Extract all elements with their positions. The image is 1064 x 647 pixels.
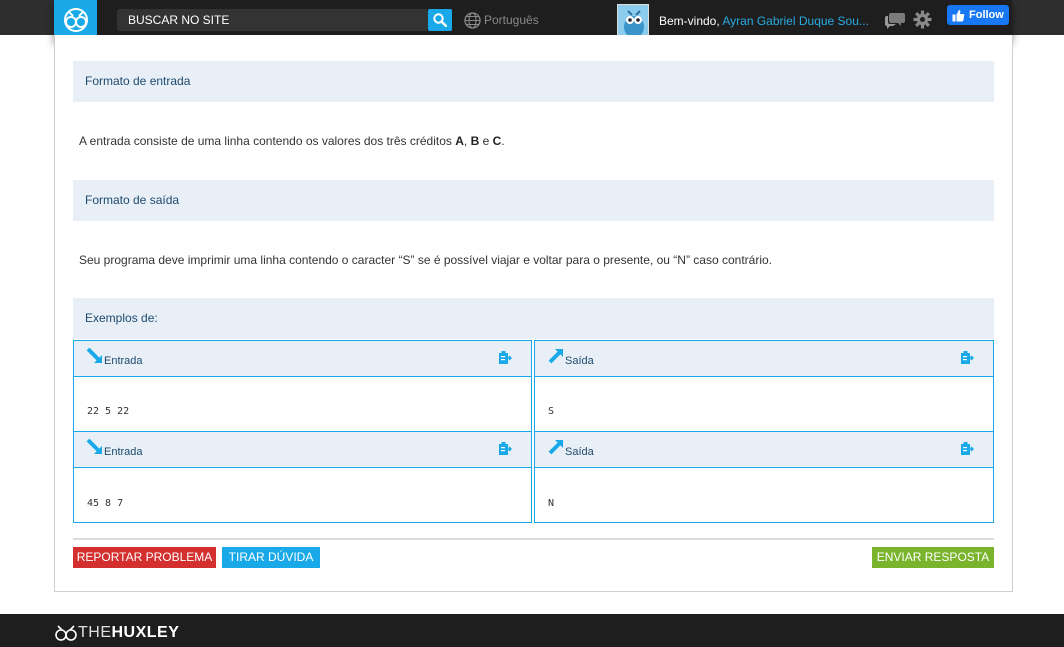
output-format-text: Seu programa deve imprimir uma linha con…: [79, 253, 772, 267]
arrow-out-icon: [548, 349, 563, 364]
arrow-in-icon: [86, 347, 102, 363]
example-output-cell: Saída S: [534, 340, 994, 432]
examples-heading: Exemplos de:: [73, 298, 994, 339]
credit-b: B: [470, 134, 480, 148]
example-output-label: Saída: [565, 446, 594, 458]
example-output-cell: Saída N: [534, 431, 994, 523]
user-avatar[interactable]: [617, 4, 649, 36]
example-input-header: Entrada: [74, 432, 531, 468]
copy-icon[interactable]: [498, 441, 512, 456]
arrow-out-icon: [548, 440, 563, 455]
input-format-text-main: A entrada consiste de uma linha contendo…: [79, 134, 456, 148]
example-output-header: Saída: [535, 432, 993, 468]
username-link[interactable]: Ayran Gabriel Duque Sou...: [722, 14, 869, 28]
example-output-value: S: [548, 406, 555, 417]
follow-button[interactable]: Follow: [947, 5, 1009, 25]
chat-icon[interactable]: [884, 11, 906, 29]
example-input-value: 22 5 22: [87, 406, 130, 417]
problem-card: Formato de entrada A entrada consiste de…: [54, 35, 1013, 592]
example-input-label: Entrada: [104, 355, 143, 367]
language-label: Português: [484, 13, 539, 27]
welcome-prefix: Bem-vindo,: [659, 14, 723, 28]
period: .: [501, 134, 505, 148]
search-box: [117, 9, 428, 31]
input-format-heading: Formato de entrada: [73, 61, 994, 102]
copy-icon[interactable]: [498, 350, 512, 365]
search-icon: [433, 13, 447, 27]
divider: [73, 538, 994, 540]
example-output-label: Saída: [565, 355, 594, 367]
example-input-cell: Entrada 45 8 7: [73, 431, 532, 523]
credit-a: A: [455, 134, 464, 148]
sep-1: ,: [463, 134, 471, 148]
example-input-header: Entrada: [74, 341, 531, 377]
example-input-cell: Entrada 22 5 22: [73, 340, 532, 432]
follow-label: Follow: [969, 9, 1004, 21]
example-input-value: 45 8 7: [87, 498, 124, 509]
arrow-in-icon: [86, 438, 102, 454]
logo-icon[interactable]: [54, 0, 97, 40]
report-problem-button[interactable]: REPORTAR PROBLEMA: [73, 547, 216, 568]
copy-icon[interactable]: [960, 441, 974, 456]
output-format-heading: Formato de saída: [73, 180, 994, 221]
logo-icon: [55, 625, 77, 641]
footer-brand-bold: HUXLEY: [111, 624, 180, 641]
footer-logo[interactable]: THE HUXLEY: [54, 624, 179, 642]
footer: THE HUXLEY: [0, 614, 1064, 647]
welcome-text: Bem-vindo, Ayran Gabriel Duque Sou...: [659, 14, 869, 28]
navbar: Português Bem-vindo, Ayran Gabriel Duque…: [54, 0, 1012, 40]
globe-icon: [464, 11, 481, 29]
gear-icon[interactable]: [913, 10, 932, 29]
example-output-header: Saída: [535, 341, 993, 377]
thumbs-up-icon: [952, 9, 965, 21]
ask-question-button[interactable]: TIRAR DÚVIDA: [222, 547, 320, 568]
sep-2: e: [479, 134, 493, 148]
language-selector[interactable]: Português: [464, 11, 539, 29]
search-input[interactable]: [117, 9, 428, 31]
example-output-value: N: [548, 498, 555, 509]
search-button[interactable]: [428, 9, 452, 31]
example-input-label: Entrada: [104, 446, 143, 458]
footer-brand-thin: THE: [78, 624, 112, 641]
credit-c: C: [492, 134, 502, 148]
copy-icon[interactable]: [960, 350, 974, 365]
input-format-text: A entrada consiste de uma linha contendo…: [79, 134, 505, 148]
submit-answer-button[interactable]: ENVIAR RESPOSTA: [872, 547, 994, 568]
